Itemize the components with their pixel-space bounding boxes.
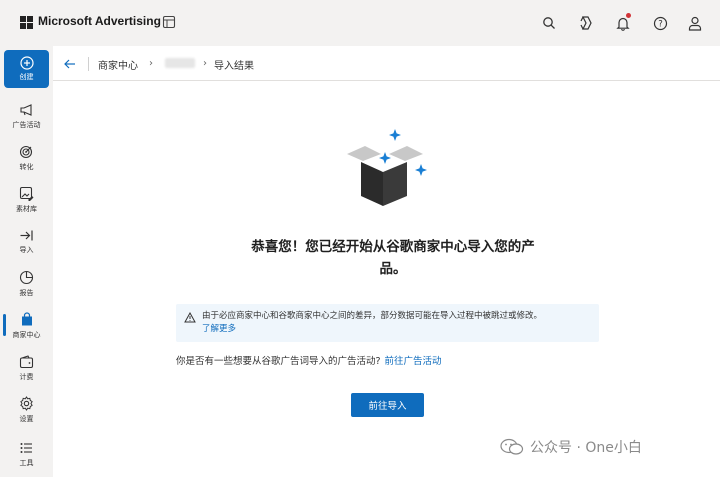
sidebar-item-label: 设置	[19, 415, 34, 423]
headline-line-2: 品。	[379, 261, 407, 277]
campaign-question: 你是否有一些想要从谷歌广告词导入的广告活动? 前往广告活动	[176, 353, 442, 367]
sidebar-item-import[interactable]: 导入	[0, 222, 53, 262]
go-to-import-button[interactable]: 前往导入	[351, 393, 424, 417]
go-to-campaigns-link[interactable]: 前往广告活动	[385, 356, 442, 367]
watermark: 公众号 · One小白	[500, 437, 642, 457]
bell-icon[interactable]	[614, 13, 632, 32]
image-edit-icon	[19, 186, 34, 201]
open-box-sparkle-icon	[347, 129, 427, 206]
sidebar-item-label: 工具	[19, 458, 34, 467]
success-headline: 恭喜您！您已经开始从谷歌商家中心导入您的产 品。	[213, 236, 573, 280]
breadcrumb: 商家中心 › › 导入结果	[53, 46, 720, 81]
sidebar-item-label: 转化	[19, 163, 34, 171]
sidebar-item-billing[interactable]: 计费	[0, 348, 53, 388]
headline-line-1: 恭喜您！您已经开始从谷歌商家中心导入您的产	[251, 239, 535, 255]
apps-icon[interactable]	[162, 15, 176, 29]
sidebar-item-campaigns[interactable]: 广告活动	[0, 96, 53, 136]
learn-more-link[interactable]: 了解更多	[202, 323, 236, 336]
copilot-icon[interactable]	[577, 14, 595, 32]
sidebar: 创建 广告活动 转化 素材库 导入 报告 商家中心 计费 设置 工具	[0, 46, 53, 477]
sidebar-item-label: 计费	[19, 372, 34, 381]
sidebar-item-conversions[interactable]: 转化	[0, 138, 53, 178]
main-content: 商家中心 › › 导入结果 恭喜您！您已经开始从谷歌商家中心导入您的产 品。 由…	[53, 46, 720, 477]
back-arrow-icon[interactable]	[63, 57, 77, 71]
sidebar-item-label: 素材库	[16, 205, 37, 213]
sidebar-item-tools[interactable]: 工具	[0, 434, 53, 474]
shopping-bag-icon	[21, 312, 32, 326]
breadcrumb-store-redacted[interactable]	[165, 58, 195, 68]
info-message-box: 由于必应商家中心和谷歌商家中心之间的差异，部分数据可能在导入过程中被跳过或修改。…	[176, 304, 599, 342]
breadcrumb-import-results: 导入结果	[214, 61, 254, 72]
notification-badge	[626, 13, 631, 18]
target-icon	[19, 145, 33, 159]
sidebar-item-settings[interactable]: 设置	[0, 390, 53, 430]
chart-icon	[19, 270, 34, 285]
tools-icon	[20, 442, 32, 453]
breadcrumb-merchant-center[interactable]: 商家中心	[98, 57, 138, 72]
watermark-text: 公众号 · One小白	[530, 440, 642, 456]
megaphone-icon	[19, 103, 32, 116]
sidebar-item-asset-library[interactable]: 素材库	[0, 180, 53, 220]
create-button[interactable]: 创建	[4, 50, 49, 88]
microsoft-logo-icon	[20, 16, 33, 29]
svg-text:?: ?	[658, 19, 663, 29]
sidebar-item-label: 商家中心	[12, 331, 41, 339]
breadcrumb-divider	[88, 57, 89, 71]
gear-icon	[20, 396, 33, 411]
wechat-icon	[500, 438, 524, 455]
sidebar-item-merchant-center[interactable]: 商家中心	[0, 306, 53, 346]
sidebar-item-reports[interactable]: 报告	[0, 264, 53, 304]
create-label: 创建	[19, 73, 34, 81]
info-message-text: 由于必应商家中心和谷歌商家中心之间的差异，部分数据可能在导入过程中被跳过或修改。	[202, 311, 543, 321]
help-icon[interactable]: ?	[651, 14, 669, 32]
chevron-right-icon: ›	[203, 58, 207, 69]
sidebar-item-label: 广告活动	[12, 120, 41, 129]
brand-name: Microsoft Advertising	[38, 14, 161, 28]
sidebar-item-label: 导入	[19, 246, 34, 254]
wallet-icon	[19, 354, 34, 368]
question-text: 你是否有一些想要从谷歌广告词导入的广告活动?	[176, 356, 381, 367]
sidebar-item-label: 报告	[19, 289, 34, 297]
search-icon[interactable]	[540, 14, 558, 32]
chevron-right-icon: ›	[149, 58, 153, 69]
top-bar: Microsoft Advertising ?	[0, 0, 720, 46]
plus-circle-icon	[19, 56, 34, 70]
user-icon[interactable]	[686, 14, 704, 32]
warning-icon	[184, 312, 196, 323]
import-icon	[20, 230, 33, 241]
